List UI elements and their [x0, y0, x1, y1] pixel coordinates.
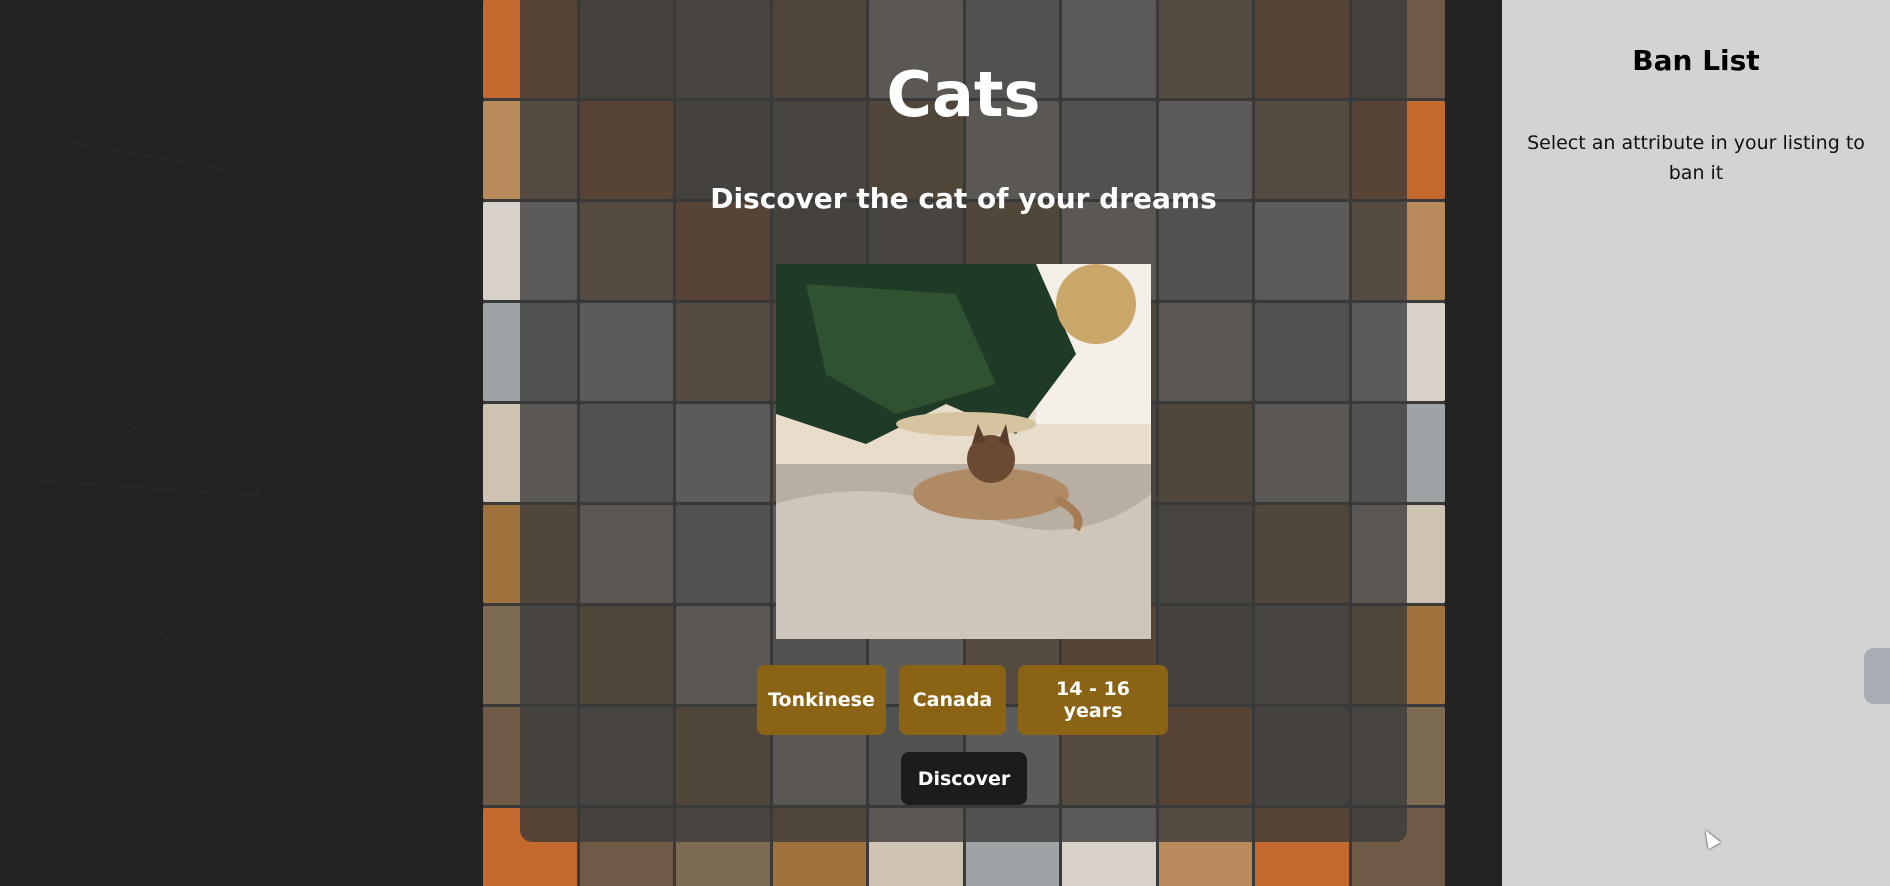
attribute-button-lifespan[interactable]: 14 - 16 years [1018, 665, 1168, 735]
page-title: Cats [886, 58, 1041, 131]
attribute-button-origin[interactable]: Canada [899, 665, 1006, 735]
attribute-button-breed[interactable]: Tonkinese [757, 665, 886, 735]
left-empty-area [0, 0, 483, 886]
panel-edge-handle[interactable] [1864, 648, 1890, 704]
cat-photo [776, 264, 1151, 639]
ban-list-panel: Ban List Select an attribute in your lis… [1502, 0, 1890, 886]
ban-list-title: Ban List [1632, 44, 1760, 77]
page-subtitle: Discover the cat of your dreams [710, 182, 1217, 215]
ban-list-hint: Select an attribute in your listing to b… [1527, 132, 1865, 184]
cat-photo-illustration [776, 264, 1151, 639]
discover-button[interactable]: Discover [901, 752, 1027, 805]
